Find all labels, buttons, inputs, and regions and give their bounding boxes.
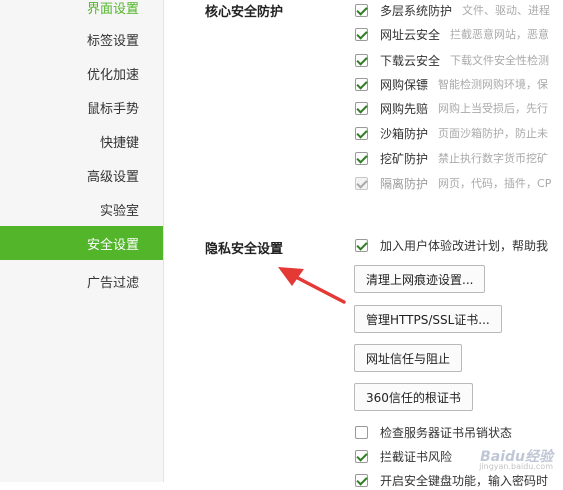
checkbox[interactable] bbox=[355, 449, 368, 463]
url-trust-block-button[interactable]: 网址信任与阻止 bbox=[354, 344, 463, 372]
option-label: 下载云安全 bbox=[380, 53, 441, 68]
watermark-url: jingyan.baidu.com bbox=[479, 462, 553, 471]
option-label: 加入用户体验改进计划，帮助我 bbox=[380, 238, 549, 253]
checkbox[interactable] bbox=[355, 3, 368, 17]
option-multilayer-protection[interactable]: 多层系统防护 文件、驱动、进程 bbox=[355, 0, 563, 20]
core-protection-title: 核心安全防护 bbox=[205, 5, 284, 20]
option-url-cloud-security[interactable]: 网址云安全 拦截恶意网站，恶意 bbox=[355, 24, 563, 44]
option-label: 挖矿防护 bbox=[380, 151, 429, 166]
checkbox[interactable] bbox=[355, 126, 368, 140]
checkbox[interactable] bbox=[355, 151, 368, 165]
sidebar-item-lab[interactable]: 实验室 bbox=[0, 192, 163, 226]
sidebar-item-label: 优化加速 bbox=[86, 67, 139, 83]
annotation-arrow-icon bbox=[278, 267, 346, 304]
option-description: 智能检测网购环境，保 bbox=[438, 78, 549, 91]
option-label: 沙箱防护 bbox=[380, 126, 429, 141]
option-description: 网购上当受损后，先行 bbox=[438, 102, 549, 115]
option-download-cloud-security[interactable]: 下载云安全 下载文件安全性检测 bbox=[355, 50, 563, 70]
option-label: 网址云安全 bbox=[380, 27, 441, 42]
option-shopping-guard[interactable]: 网购保镖 智能检测网购环境，保 bbox=[355, 74, 563, 94]
trusted-root-certificates-button[interactable]: 360信任的根证书 bbox=[354, 383, 473, 411]
option-shopping-compensation[interactable]: 网购先赔 网购上当受损后，先行 bbox=[355, 98, 563, 118]
option-description: 网页，代码，插件，CP bbox=[438, 177, 552, 190]
sidebar-item-security[interactable]: 安全设置 bbox=[0, 226, 163, 260]
sidebar-item-label: 界面设置 bbox=[86, 1, 139, 17]
option-user-experience-program[interactable]: 加入用户体验改进计划，帮助我 bbox=[355, 235, 563, 255]
option-description: 文件、驱动、进程 bbox=[462, 4, 551, 17]
checkbox[interactable] bbox=[355, 238, 368, 252]
checkbox[interactable] bbox=[355, 53, 368, 67]
checkbox[interactable] bbox=[355, 77, 368, 91]
option-mining-protection[interactable]: 挖矿防护 禁止执行数字货币挖矿 bbox=[355, 148, 563, 168]
sidebar-item-tabs[interactable]: 标签设置 bbox=[0, 22, 163, 56]
settings-sidebar: 界面设置 标签设置 优化加速 鼠标手势 快捷键 高级设置 实验室 安全设置 广告… bbox=[0, 0, 164, 482]
checkbox bbox=[355, 176, 368, 190]
sidebar-item-label: 广告过滤 bbox=[86, 275, 139, 291]
option-label: 开启安全键盘功能，输入密码时 bbox=[380, 473, 549, 488]
option-description: 页面沙箱防护，防止未 bbox=[438, 127, 549, 140]
privacy-settings-title: 隐私安全设置 bbox=[205, 242, 284, 257]
sidebar-item-label: 高级设置 bbox=[86, 169, 139, 185]
option-label: 网购保镖 bbox=[380, 77, 429, 92]
sidebar-item-label: 快捷键 bbox=[99, 135, 139, 151]
sidebar-item-optimize[interactable]: 优化加速 bbox=[0, 56, 163, 90]
option-isolation-protection: 隔离防护 网页，代码，插件，CP bbox=[355, 173, 563, 193]
option-label: 检查服务器证书吊销状态 bbox=[380, 425, 513, 440]
sidebar-item-label: 实验室 bbox=[99, 203, 139, 219]
sidebar-item-label: 安全设置 bbox=[86, 237, 139, 253]
sidebar-item-ad-filter[interactable]: 广告过滤 bbox=[0, 264, 163, 298]
option-check-revocation[interactable]: 检查服务器证书吊销状态 bbox=[355, 422, 563, 442]
checkbox[interactable] bbox=[355, 101, 368, 115]
option-description: 禁止执行数字货币挖矿 bbox=[438, 152, 549, 165]
option-description: 拦截恶意网站，恶意 bbox=[450, 28, 550, 41]
sidebar-item-label: 鼠标手势 bbox=[86, 101, 139, 117]
sidebar-item-label: 标签设置 bbox=[86, 33, 139, 49]
baidu-watermark: Baidu经验 jingyan.baidu.com bbox=[458, 446, 553, 474]
option-label: 网购先赔 bbox=[380, 101, 429, 116]
option-label: 拦截证书风险 bbox=[380, 449, 453, 464]
sidebar-item-mouse-gestures[interactable]: 鼠标手势 bbox=[0, 90, 163, 124]
checkbox[interactable] bbox=[355, 27, 368, 41]
option-description: 下载文件安全性检测 bbox=[450, 54, 550, 67]
checkbox[interactable] bbox=[355, 425, 368, 439]
sidebar-item-shortcuts[interactable]: 快捷键 bbox=[0, 124, 163, 158]
manage-certificates-button[interactable]: 管理HTTPS/SSL证书... bbox=[354, 305, 502, 333]
option-sandbox-protection[interactable]: 沙箱防护 页面沙箱防护，防止未 bbox=[355, 123, 563, 143]
checkbox[interactable] bbox=[355, 473, 368, 487]
sidebar-item-advanced[interactable]: 高级设置 bbox=[0, 158, 163, 192]
option-label: 隔离防护 bbox=[380, 176, 429, 191]
clear-history-settings-button[interactable]: 清理上网痕迹设置... bbox=[354, 265, 486, 293]
option-label: 多层系统防护 bbox=[380, 3, 453, 18]
sidebar-item-interface[interactable]: 界面设置 bbox=[0, 0, 163, 24]
